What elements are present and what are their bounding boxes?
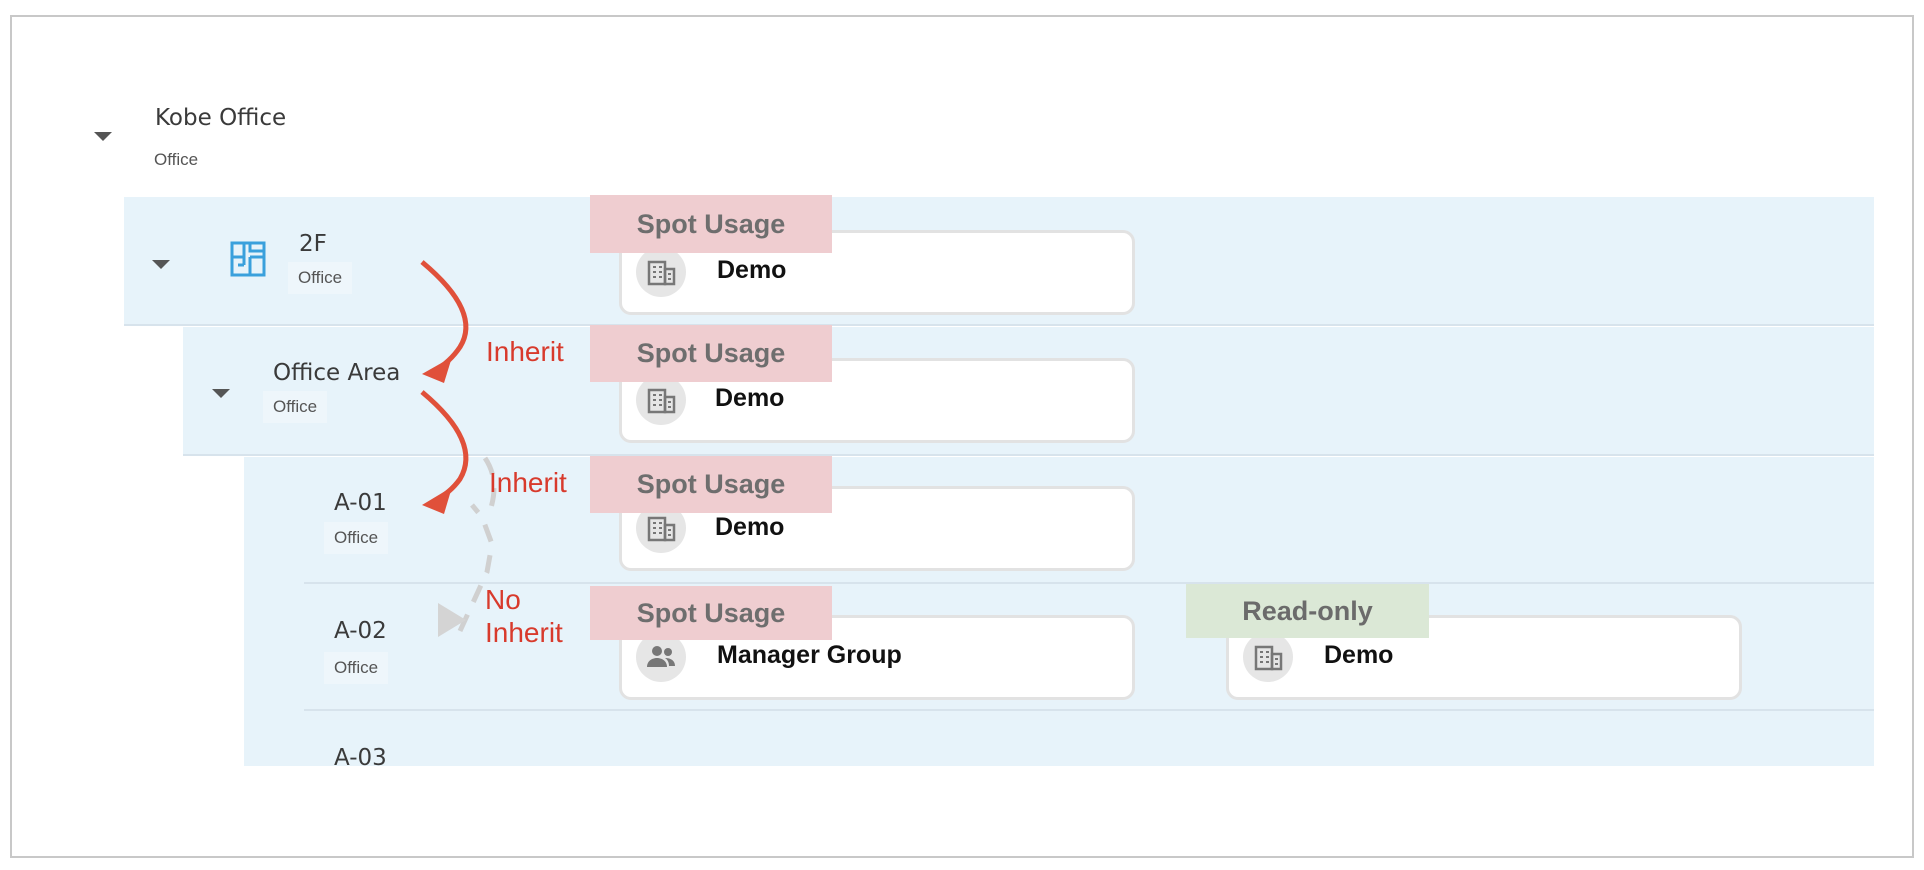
inherit-annotation: Inherit: [486, 336, 564, 367]
no-inherit-annotation: No Inherit: [485, 583, 563, 649]
read-only-holder: Demo: [1324, 641, 1394, 669]
spot-usage-holder: Demo: [715, 513, 785, 541]
spot-usage-tag: Spot Usage: [590, 456, 832, 513]
spot-usage-holder: Manager Group: [717, 641, 902, 669]
read-only-tag: Read-only: [1186, 584, 1429, 638]
no-inherit-line1: No: [485, 584, 521, 615]
building-icon: [1243, 632, 1293, 682]
building-icon: [636, 375, 686, 425]
spot-usage-tag: Spot Usage: [590, 195, 832, 253]
spot-usage-holder: Demo: [715, 384, 785, 412]
spot-usage-tag: Spot Usage: [590, 325, 832, 382]
no-inherit-line2: Inherit: [485, 617, 563, 649]
spot-usage-tag: Spot Usage: [590, 586, 832, 640]
collapsed-caret-right-icon: [438, 603, 466, 637]
inherit-annotation: Inherit: [489, 467, 567, 498]
spot-usage-holder: Demo: [717, 256, 787, 284]
building-icon: [636, 247, 686, 297]
screenshot-frame: Kobe Office Office 2F Office Office Area…: [10, 15, 1914, 858]
